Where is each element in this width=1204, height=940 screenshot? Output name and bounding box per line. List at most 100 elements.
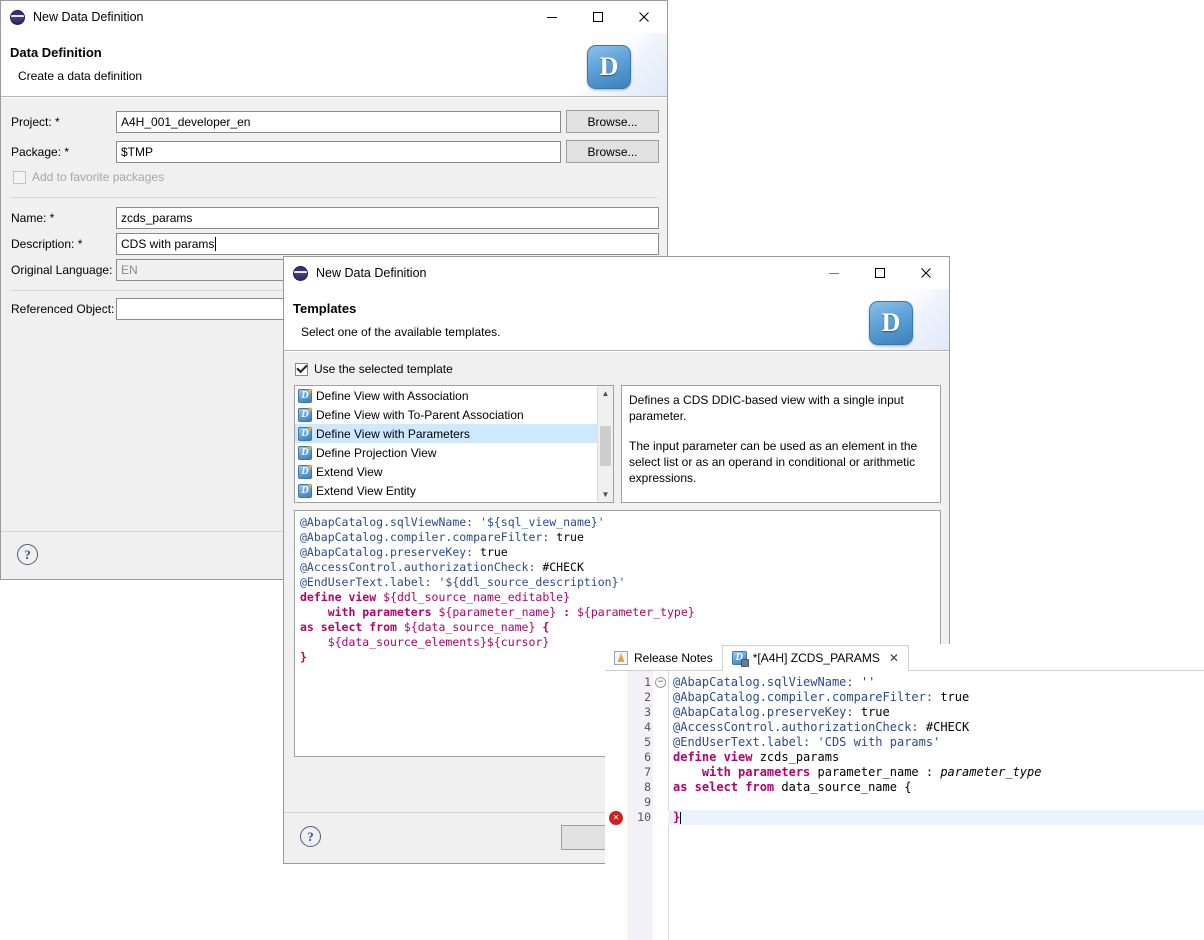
preview-line: @AccessControl.authorizationCheck: #CHEC… (300, 560, 584, 574)
dialog1-header-subtitle: Create a data definition (18, 69, 143, 83)
editor-line[interactable]: 9 (605, 795, 1204, 810)
maximize-button[interactable] (857, 257, 903, 289)
project-browse-button[interactable]: Browse... (566, 110, 659, 133)
template-description: Defines a CDS DDIC-based view with a sin… (621, 385, 941, 503)
dialog1-header-title: Data Definition (10, 45, 102, 60)
name-label: Name: * (11, 211, 55, 225)
tab-zcds-params[interactable]: D *[A4H] ZCDS_PARAMS ✕ (721, 645, 909, 671)
preview-line: with parameters ${parameter_name} : ${pa… (300, 605, 695, 619)
help-button[interactable]: ? (17, 544, 38, 565)
package-label: Package: * (11, 145, 70, 159)
template-list-item[interactable]: D Define View with Association (295, 386, 598, 405)
editor-line[interactable]: 3 @AbapCatalog.preserveKey: true (605, 705, 1204, 720)
error-marker-icon[interactable]: ✕ (609, 811, 623, 825)
line-text: @AccessControl.authorizationCheck: #CHEC… (673, 720, 970, 734)
maximize-button[interactable] (575, 1, 621, 33)
use-selected-template-label: Use the selected template (314, 362, 453, 376)
help-button[interactable]: ? (300, 826, 321, 847)
template-list-item[interactable]: D Extend View Entity (295, 481, 598, 500)
tab-close-icon[interactable]: ✕ (889, 651, 899, 665)
template-list-item[interactable]: D Define Projection View (295, 443, 598, 462)
close-button[interactable] (903, 257, 949, 289)
checkbox-box[interactable] (295, 362, 308, 376)
template-list-item-label: Define View with Parameters (316, 426, 470, 441)
checkbox-box[interactable] (13, 170, 26, 184)
tab-release-notes[interactable]: Release Notes (605, 645, 722, 671)
project-input[interactable]: A4H_001_developer_en (116, 111, 561, 133)
template-list-scrollbar[interactable]: ▲ ▼ (597, 386, 613, 502)
dialog2-window-controls[interactable] (811, 257, 949, 289)
package-browse-button[interactable]: Browse... (566, 140, 659, 163)
sap-logo-icon (10, 9, 25, 25)
line-text: @AbapCatalog.compiler.compareFilter: tru… (673, 690, 970, 704)
scroll-up-arrow[interactable]: ▲ (598, 386, 613, 401)
referenced-object-label: Referenced Object: (11, 302, 115, 316)
scrollbar-thumb[interactable] (600, 426, 611, 466)
description-input[interactable]: CDS with params (116, 233, 659, 255)
template-list-item-label: Extend View (316, 464, 383, 479)
editor-line[interactable]: 2 @AbapCatalog.compiler.compareFilter: tr… (605, 690, 1204, 705)
preview-line: @AbapCatalog.preserveKey: true (300, 545, 508, 559)
cds-file-icon: D (731, 651, 749, 667)
template-list-item[interactable]: D Define View with Parameters (295, 424, 598, 443)
description-paragraph-1: Defines a CDS DDIC-based view with a sin… (629, 393, 904, 423)
template-list[interactable]: D Define View with Association D Define Vie… (294, 385, 614, 503)
code-editor-panel[interactable]: Release Notes D *[A4H] ZCDS_PARAMS ✕ 1− @… (605, 644, 1204, 940)
template-icon: D (298, 482, 313, 498)
line-text: @EndUserText.label: 'CDS with params' (673, 735, 941, 749)
template-icon: D (298, 444, 313, 460)
project-label: Project: * (11, 115, 60, 129)
editor-line[interactable]: 1− @AbapCatalog.sqlViewName: '' (605, 675, 1204, 690)
line-text: @AbapCatalog.sqlViewName: '' (673, 675, 876, 689)
editor-line[interactable]: 4 @AccessControl.authorizationCheck: #CHE… (605, 720, 1204, 735)
template-icon: D (298, 463, 313, 479)
editor-line[interactable]: ✕ 10} (605, 810, 1204, 825)
line-number: 8 (644, 780, 651, 794)
line-number: 4 (644, 720, 651, 734)
line-number: 10 (637, 810, 651, 824)
line-number: 9 (644, 795, 651, 809)
name-input[interactable]: zcds_params (116, 207, 659, 229)
logo-letter: D (599, 52, 619, 81)
line-text: } (673, 810, 682, 824)
tab-bar-filler (908, 644, 1204, 671)
line-text: @AbapCatalog.preserveKey: true (673, 705, 890, 719)
dialog1-title: New Data Definition (33, 10, 144, 24)
editor-code-area[interactable]: 1− @AbapCatalog.sqlViewName: '' 2 @AbapCata… (605, 671, 1204, 940)
editor-line[interactable]: 7 with parameters parameter_name : param… (605, 765, 1204, 780)
data-definition-logo: D (571, 33, 667, 96)
minimize-button[interactable] (811, 257, 857, 289)
line-number: 6 (644, 750, 651, 764)
divider-1 (11, 197, 657, 198)
line-text: with parameters parameter_name : paramet… (673, 765, 1042, 779)
add-to-favorite-packages-checkbox[interactable]: Add to favorite packages (13, 170, 164, 184)
template-list-item-label: Define Projection View (316, 445, 437, 460)
dialog2-header-subtitle: Select one of the available templates. (301, 325, 501, 339)
editor-line[interactable]: 6 define view zcds_params (605, 750, 1204, 765)
dialog2-titlebar[interactable]: New Data Definition (284, 257, 949, 289)
template-list-item[interactable]: D Define View with To-Parent Association (295, 405, 598, 424)
package-input[interactable]: $TMP (116, 141, 561, 163)
line-text: define view zcds_params (673, 750, 840, 764)
line-number: 7 (644, 765, 651, 779)
editor-line[interactable]: 8 as select from data_source_name { (605, 780, 1204, 795)
fold-collapse-icon[interactable]: − (655, 677, 666, 688)
dialog1-titlebar[interactable]: New Data Definition (1, 1, 667, 33)
dialog2-header: Templates Select one of the available te… (284, 289, 949, 351)
use-selected-template-checkbox[interactable]: Use the selected template (295, 362, 453, 376)
close-button[interactable] (621, 1, 667, 33)
template-list-item-partial[interactable]: D (295, 500, 598, 502)
line-number: 3 (644, 705, 651, 719)
template-list-item[interactable]: D Extend View (295, 462, 598, 481)
template-list-item-label: Define View with To-Parent Association (316, 407, 524, 422)
minimize-button[interactable] (529, 1, 575, 33)
editor-tab-bar[interactable]: Release Notes D *[A4H] ZCDS_PARAMS ✕ (605, 644, 1204, 671)
preview-line: define view ${ddl_source_name_editable} (300, 590, 571, 604)
description-paragraph-2: The input parameter can be used as an el… (629, 439, 918, 485)
description-input-value: CDS with params (121, 237, 215, 251)
text-caret (215, 237, 217, 251)
dialog1-window-controls[interactable] (529, 1, 667, 33)
editor-line[interactable]: 5 @EndUserText.label: 'CDS with params' (605, 735, 1204, 750)
line-text: as select from data_source_name { (673, 780, 912, 794)
scroll-down-arrow[interactable]: ▼ (598, 487, 613, 502)
